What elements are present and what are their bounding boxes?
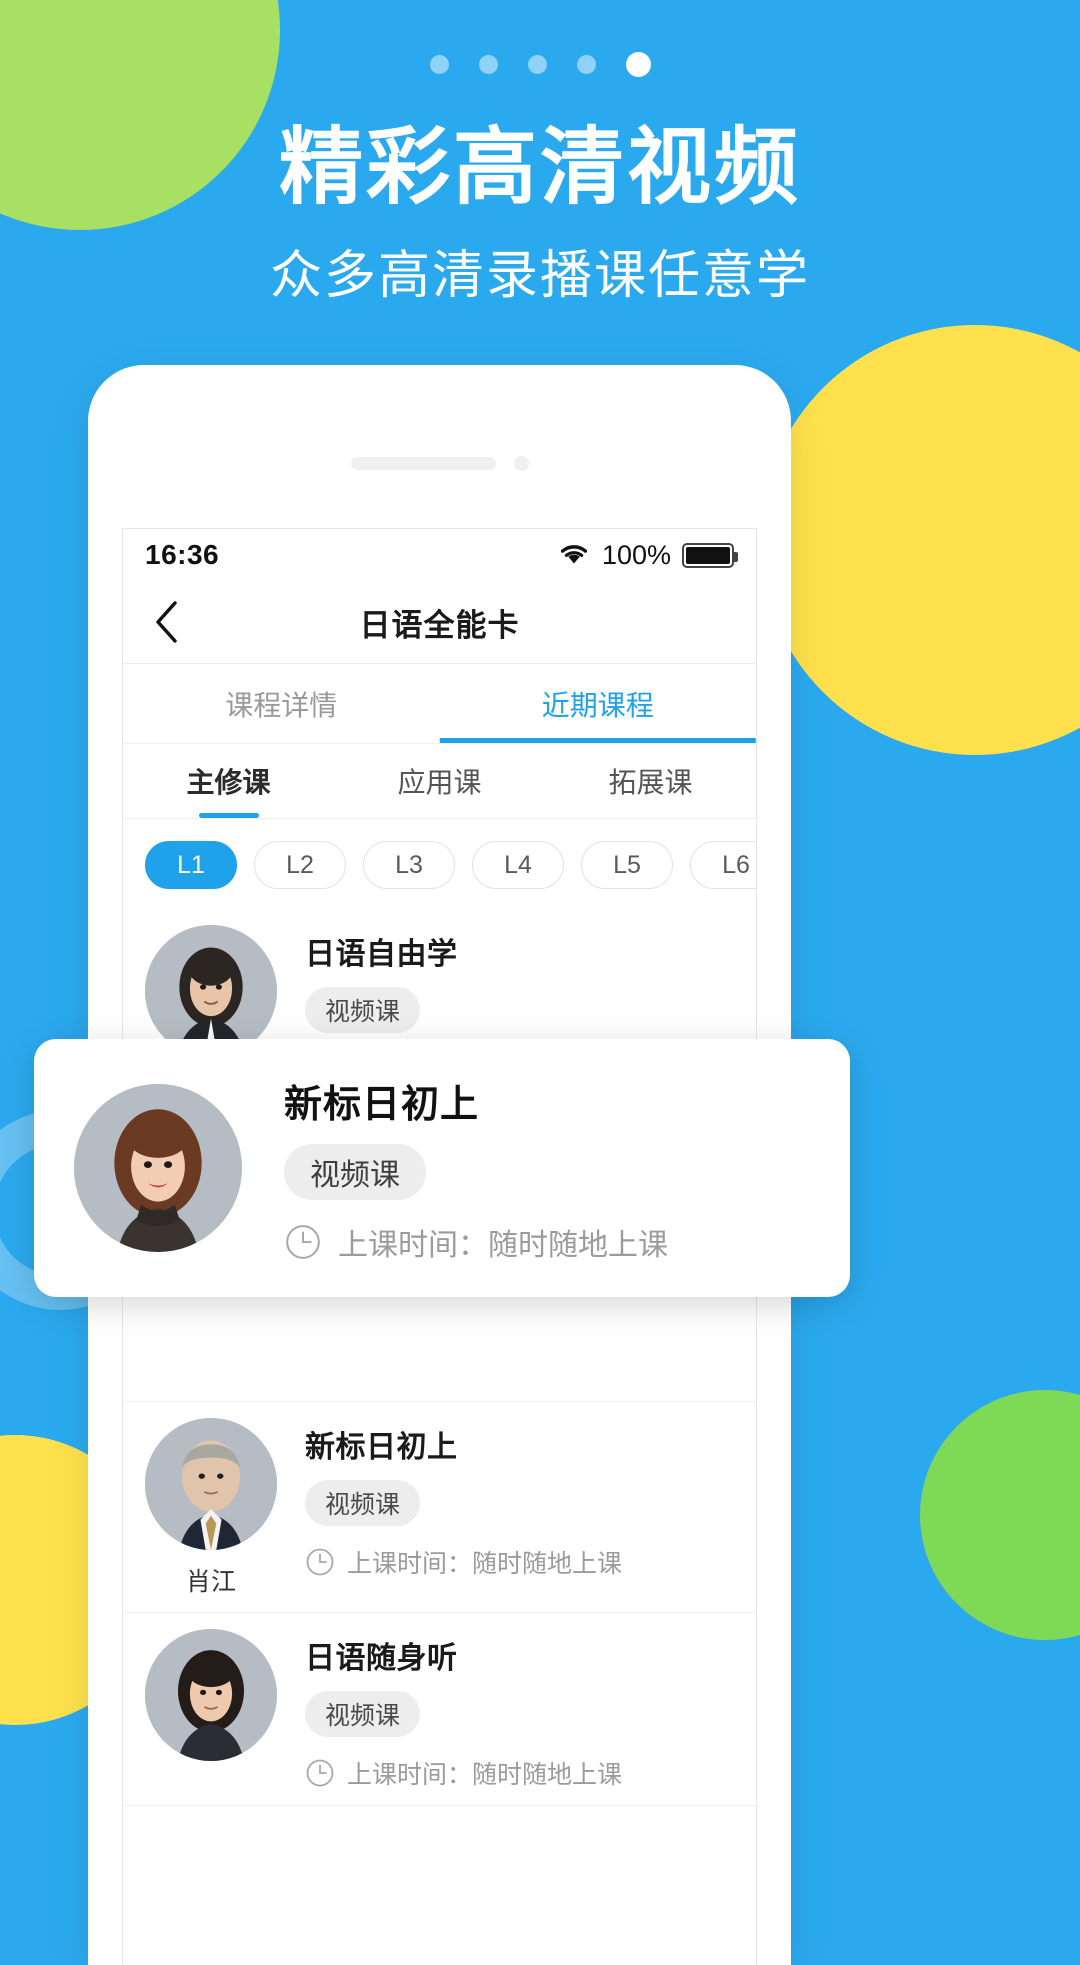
- course-type-badge: 视频课: [284, 1143, 426, 1200]
- tab-applied-course[interactable]: 应用课: [334, 744, 545, 818]
- course-title: 新标日初上: [305, 1431, 458, 1464]
- level-chip-l6[interactable]: L6: [690, 841, 756, 889]
- status-time: 16:36: [145, 539, 220, 570]
- course-type-badge: 视频课: [305, 1480, 421, 1526]
- clock-icon: [305, 1547, 335, 1577]
- level-chip-l5[interactable]: L5: [581, 841, 673, 889]
- course-time-row: 上课时间：随时随地上课: [284, 1220, 668, 1264]
- tab-major-course[interactable]: 主修课: [123, 744, 334, 818]
- carousel-dot-5[interactable]: [625, 52, 651, 77]
- level-chip-l2[interactable]: L2: [254, 841, 346, 889]
- teacher-name: 肖江: [185, 1568, 236, 1596]
- avatar: [74, 1084, 242, 1252]
- avatar: [145, 1629, 277, 1761]
- level-chip-l1[interactable]: L1: [145, 841, 237, 889]
- battery-full-icon: [682, 542, 738, 568]
- course-avatar-wrap: [145, 1629, 295, 1791]
- course-type-badge: 视频课: [305, 987, 421, 1033]
- avatar: [145, 1418, 277, 1550]
- sub-tab-bar: 主修课 应用课 拓展课: [123, 743, 756, 819]
- course-info: 日语随身听 视频课 上课时间：随时随地上课: [295, 1629, 734, 1791]
- battery-percent: 100%: [601, 539, 671, 570]
- promo-headline-block: 精彩高清视频 众多高清录播课任意学: [0, 123, 1080, 308]
- carousel-dot-1[interactable]: [429, 55, 449, 74]
- status-indicators: 100%: [557, 539, 738, 571]
- level-chip-scroller[interactable]: L1 L2 L3 L4 L5 L6 L7: [123, 819, 756, 909]
- carousel-dots[interactable]: [0, 52, 1080, 77]
- course-time-text: 上课时间：随时随地上课: [347, 1761, 623, 1789]
- course-title: 日语随身听: [305, 1642, 458, 1675]
- main-tab-bar: 课程详情 近期课程: [123, 663, 756, 743]
- phone-speaker-group: [350, 456, 529, 471]
- course-time-text: 上课时间：随时随地上课: [347, 1550, 623, 1578]
- nav-bar: 日语全能卡: [123, 581, 756, 663]
- course-type-badge: 视频课: [305, 1691, 421, 1737]
- decor-circle-yellow-right: [760, 325, 1080, 755]
- promo-headline: 精彩高清视频: [278, 120, 801, 214]
- carousel-dot-3[interactable]: [527, 55, 547, 74]
- list-item[interactable]: 日语随身听 视频课 上课时间：随时随地上课: [123, 1613, 756, 1806]
- chevron-left-icon[interactable]: [143, 599, 189, 645]
- highlighted-course-card[interactable]: 新标日初上 视频课 上课时间：随时随地上课: [34, 1039, 850, 1297]
- course-time-row: 上课时间：随时随地上课: [305, 1755, 734, 1791]
- decor-circle-green-bottomright: [920, 1390, 1080, 1640]
- clock-icon: [305, 1758, 335, 1788]
- carousel-dot-2[interactable]: [478, 55, 498, 74]
- level-chip-l4[interactable]: L4: [472, 841, 564, 889]
- promo-subheadline: 众多高清录播课任意学: [269, 247, 810, 306]
- page-title: 日语全能卡: [359, 607, 520, 643]
- level-chip-l3[interactable]: L3: [363, 841, 455, 889]
- phone-camera: [513, 456, 529, 471]
- tab-recent-courses[interactable]: 近期课程: [440, 664, 757, 743]
- course-avatar-wrap: 肖江: [145, 1418, 295, 1598]
- wifi-icon: [557, 540, 591, 571]
- course-title: 日语自由学: [305, 938, 458, 971]
- phone-earpiece: [350, 457, 496, 470]
- course-info: 新标日初上 视频课 上课时间：随时随地上课: [295, 1418, 734, 1598]
- clock-icon: [284, 1223, 322, 1261]
- list-item[interactable]: 肖江 新标日初上 视频课 上课时间：随时随地上课: [123, 1402, 756, 1613]
- avatar: [145, 925, 277, 1057]
- course-time-text: 上课时间：随时随地上课: [338, 1228, 668, 1262]
- carousel-dot-4[interactable]: [576, 55, 596, 74]
- tab-course-detail[interactable]: 课程详情: [123, 664, 440, 743]
- course-title: 新标日初上: [284, 1083, 480, 1126]
- course-time-row: 上课时间：随时随地上课: [305, 1544, 734, 1580]
- highlighted-course-info: 新标日初上 视频课 上课时间：随时随地上课: [242, 1073, 668, 1264]
- status-bar: 16:36 100%: [123, 529, 756, 581]
- tab-extended-course[interactable]: 拓展课: [545, 744, 756, 818]
